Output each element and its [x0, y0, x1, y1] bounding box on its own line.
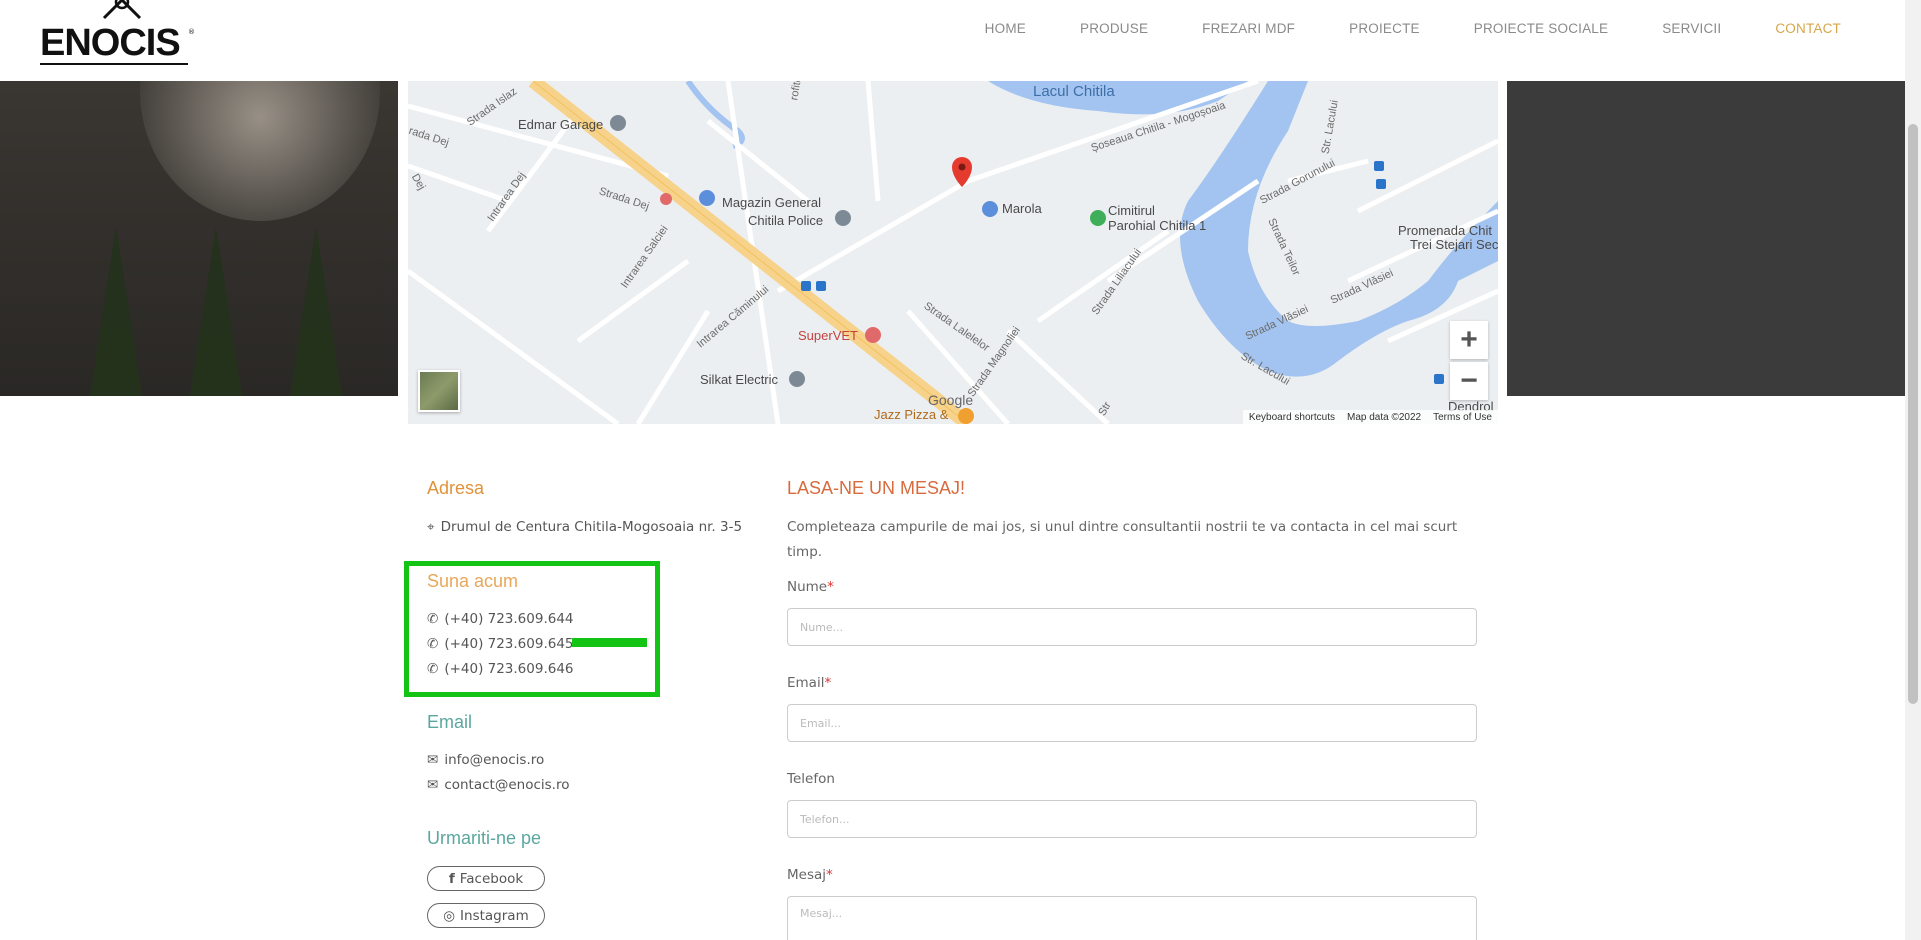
facebook-label: Facebook	[459, 870, 524, 887]
logo-underline	[40, 63, 188, 65]
mesaj-textarea[interactable]: Mesaj...	[787, 896, 1477, 940]
map-marker-icon: ⌖	[427, 519, 435, 535]
map-label: Chitila Police	[748, 213, 824, 228]
satellite-toggle[interactable]	[418, 370, 460, 412]
scrollbar-thumb[interactable]	[1908, 124, 1918, 704]
envelope-icon: ✉	[427, 752, 439, 768]
email-address[interactable]: info@enocis.ro	[444, 752, 544, 768]
mesaj-label-text: Mesaj	[787, 867, 827, 883]
email-line[interactable]: ✉ contact@enocis.ro	[427, 777, 569, 793]
highlight-marker	[572, 638, 647, 647]
nav-produse[interactable]: PRODUSE	[1080, 21, 1148, 36]
nume-label: Nume*	[787, 579, 834, 595]
address-title: Adresa	[427, 478, 485, 498]
map-label: Lacul Chitila	[1033, 83, 1115, 100]
zoom-in-icon[interactable]: +	[1450, 321, 1488, 359]
email-title: Email	[427, 712, 473, 732]
required-marker: *	[826, 867, 833, 883]
logo-registered-mark: ®	[188, 28, 195, 36]
facebook-button[interactable]: f Facebook	[427, 866, 545, 891]
map-label: Silkat Electric	[700, 372, 779, 387]
site-logo[interactable]: ENOCIS ®	[40, 0, 195, 68]
site-header: ENOCIS ® HOME PRODUSE FREZARI MDF PROIEC…	[0, 0, 1905, 81]
main-nav: HOME PRODUSE FREZARI MDF PROIECTE PROIEC…	[931, 0, 1841, 56]
keyboard-shortcuts-link[interactable]: Keyboard shortcuts	[1249, 412, 1335, 423]
instagram-label: Instagram	[460, 907, 529, 924]
follow-title: Urmariti-ne pe	[427, 828, 542, 848]
email-label: Email*	[787, 675, 831, 691]
email-address[interactable]: contact@enocis.ro	[444, 777, 569, 793]
nav-servicii[interactable]: SERVICII	[1662, 21, 1721, 36]
instagram-icon: ◎	[443, 907, 456, 924]
instagram-button[interactable]: ◎ Instagram	[427, 903, 545, 928]
required-marker: *	[827, 579, 834, 595]
map-footer: Keyboard shortcuts Map data ©2022 Terms …	[1242, 410, 1498, 424]
map-label: Parohial Chitila 1	[1108, 218, 1207, 233]
map-label: Marola	[1002, 201, 1042, 216]
map-label: SuperVET	[798, 328, 858, 343]
nav-contact[interactable]: CONTACT	[1775, 21, 1841, 36]
lamp-glow	[140, 81, 380, 221]
facebook-icon: f	[448, 870, 455, 887]
email-label-text: Email	[787, 675, 825, 691]
map-label: Jazz Pizza &	[874, 407, 949, 422]
logo-text: ENOCIS	[40, 22, 181, 64]
nume-label-text: Nume	[787, 579, 828, 595]
tree-shape	[290, 226, 342, 396]
nav-home[interactable]: HOME	[985, 21, 1026, 36]
hero-image-right	[1507, 81, 1905, 396]
required-marker: *	[824, 675, 832, 691]
nume-input[interactable]: Nume...	[787, 608, 1477, 646]
terms-link[interactable]: Terms of Use	[1433, 412, 1492, 423]
nav-proiecte[interactable]: PROIECTE	[1349, 21, 1420, 36]
email-line[interactable]: ✉ info@enocis.ro	[427, 752, 544, 768]
mesaj-label: Mesaj*	[787, 867, 833, 883]
zoom-out-icon[interactable]: −	[1450, 362, 1488, 400]
telefon-input[interactable]: Telefon...	[787, 800, 1477, 838]
nav-proiecte-sociale[interactable]: PROIECTE SOCIALE	[1474, 21, 1608, 36]
address-line: ⌖ Drumul de Centura Chitila-Mogosoaia nr…	[427, 519, 742, 535]
hero-image-left	[0, 81, 398, 396]
map-label: Trei Stejari Sec	[1410, 237, 1498, 252]
envelope-icon: ✉	[427, 777, 439, 793]
address-text: Drumul de Centura Chitila-Mogosoaia nr. …	[440, 519, 743, 535]
logo-roof-icon	[102, 0, 142, 20]
tree-shape	[190, 226, 242, 396]
map-label: Edmar Garage	[518, 117, 604, 132]
telefon-label: Telefon	[787, 771, 835, 787]
email-input[interactable]: Email...	[787, 704, 1477, 742]
google-map[interactable]: Lacul Chitila Edmar Garage Magazin Gener…	[408, 81, 1498, 424]
nav-frezari-mdf[interactable]: FREZARI MDF	[1202, 21, 1295, 36]
form-title: LASA-NE UN MESAJ!	[787, 478, 966, 498]
tree-shape	[90, 226, 142, 396]
map-label: Cimitirul	[1108, 203, 1155, 218]
form-description: Completeaza campurile de mai jos, si unu…	[787, 519, 1458, 560]
map-label: Promenada Chit	[1398, 223, 1492, 238]
highlight-box	[404, 561, 660, 697]
map-data-text: Map data ©2022	[1347, 411, 1422, 423]
google-logo: Google	[928, 392, 974, 408]
map-label: Magazin General	[722, 195, 821, 210]
